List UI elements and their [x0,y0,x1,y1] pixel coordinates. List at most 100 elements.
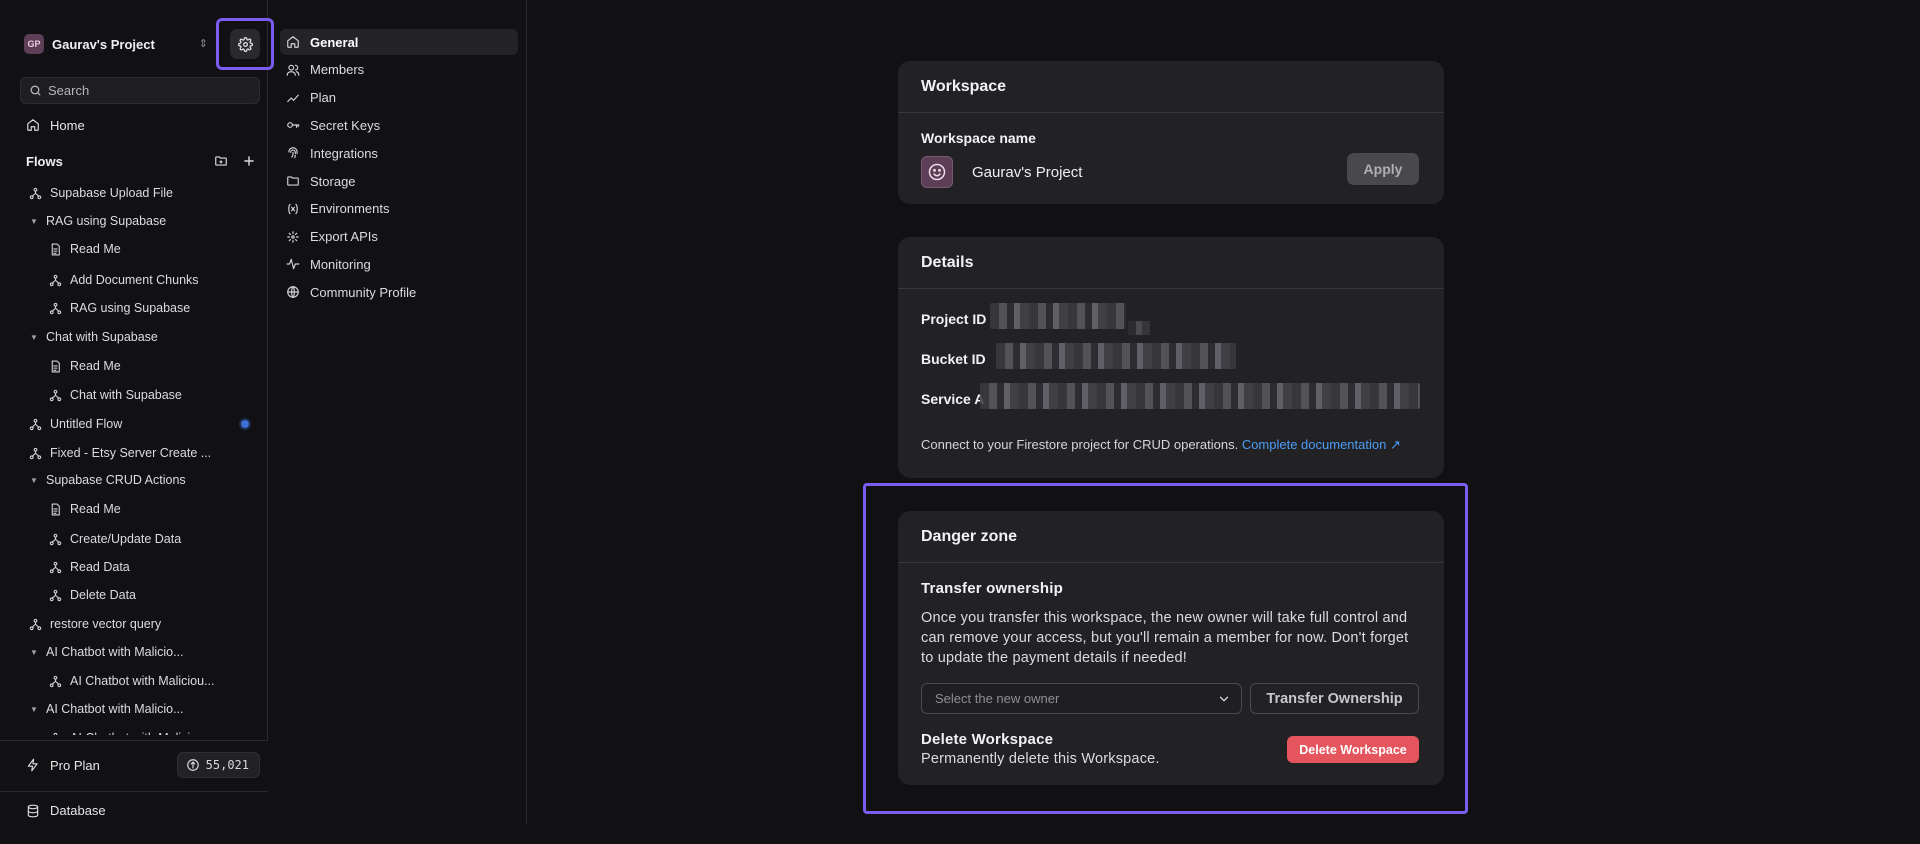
connect-description: Connect to your Firestore project for CR… [921,437,1239,452]
settings-nav-label: Integrations [310,145,378,161]
settings-nav-label: Environments [310,201,390,217]
tree-folder[interactable]: ▼ Supabase CRUD Actions [30,470,186,490]
document-icon [48,502,62,516]
tree-item-label: AI Chatbot with Maliciou... [70,731,215,735]
credits-value: 55,021 [205,758,249,772]
search-icon [30,85,41,96]
tree-item[interactable]: Supabase Upload File [28,183,173,203]
tree-item[interactable]: Read Me [48,239,121,259]
connect-text: Connect to your Firestore project for CR… [921,437,1401,453]
search-input[interactable]: Search [20,77,260,104]
sidebar: GP Gaurav's Project ⇕ Search Home Flows [0,0,274,844]
fingerprint-icon [286,146,300,160]
project-avatar: GP [24,34,44,54]
caret-down-icon[interactable]: ▼ [30,476,40,485]
settings-nav-label: Secret Keys [310,117,381,133]
flow-icon [48,560,62,574]
tree-item-label: Read Me [70,242,121,256]
workspace-avatar[interactable] [921,156,953,188]
tree-item[interactable]: AI Chatbot with Maliciou... [48,728,215,735]
tree-item[interactable]: Read Me [48,356,121,376]
credits-badge[interactable]: 55,021 [176,752,260,778]
delete-workspace-button[interactable]: Delete Workspace [1287,736,1419,763]
flow-icon [48,301,62,315]
workspace-name-value[interactable]: Gaurav's Project [972,164,1082,181]
tree-item-label: Delete Data [70,588,137,602]
tree-item-label: Add Document Chunks [70,273,199,287]
tree-item[interactable]: Delete Data [48,585,136,605]
flows-tree: Supabase Upload File ▼ RAG using Supabase R… [0,183,268,735]
database-icon [27,804,39,817]
project-switcher[interactable]: GP Gaurav's Project ⇕ [14,24,214,64]
document-icon [48,359,62,373]
tree-item[interactable]: AI Chatbot with Maliciou... [48,671,215,691]
tree-folder[interactable]: ▼ AI Chatbot with Malicio... [30,642,184,662]
settings-nav-storage[interactable]: Storage [280,168,518,194]
tree-item-label: AI Chatbot with Maliciou... [70,674,215,688]
documentation-link[interactable]: Complete documentation ↗ [1242,437,1401,452]
plus-icon [244,156,254,166]
flow-icon [28,417,42,431]
tree-item-label: Untitled Flow [50,417,123,431]
settings-nav-export-apis[interactable]: Export APIs [280,224,518,250]
flow-icon [48,731,62,735]
apply-button[interactable]: Apply [1347,153,1419,185]
caret-down-icon[interactable]: ▼ [30,705,40,714]
status-dot [241,420,249,428]
plan-row[interactable]: Pro Plan 55,021 [26,751,260,779]
sidebar-item-database[interactable]: Database [26,803,106,818]
new-owner-select[interactable]: Select the new owner [921,683,1242,714]
tree-folder[interactable]: ▼ RAG using Supabase [30,211,166,231]
add-flow-button[interactable] [242,154,256,168]
settings-nav-label: Plan [310,90,337,106]
tree-item[interactable]: Add Document Chunks [48,270,199,290]
settings-nav-members[interactable]: Members [280,57,518,83]
sidebar-item-label: Home [50,117,85,133]
tree-item-label: Fixed - Etsy Server Create ... [50,446,212,460]
tree-folder[interactable]: ▼ AI Chatbot with Malicio... [30,699,184,719]
tree-item-label: restore vector query [50,617,162,631]
settings-nav-community-profile[interactable]: Community Profile [280,279,518,305]
variable-icon [286,202,300,216]
globe-icon [286,285,300,299]
caret-down-icon[interactable]: ▼ [30,333,40,342]
activity-icon [286,257,300,271]
tree-item[interactable]: Read Data [48,557,130,577]
tree-item[interactable]: Chat with Supabase [48,385,182,405]
tree-item-label: Chat with Supabase [46,330,158,344]
settings-nav-label: Monitoring [310,256,371,272]
settings-nav-monitoring[interactable]: Monitoring [280,251,518,277]
tree-item[interactable]: RAG using Supabase [48,298,190,318]
gear-icon [237,36,253,52]
project-id-label: Project ID [921,311,987,327]
settings-button[interactable] [230,29,260,59]
chevron-up-down-icon: ⇕ [198,37,208,50]
tree-item[interactable]: restore vector query [28,614,161,634]
tree-item-label: Read Me [70,359,121,373]
settings-nav-secret-keys[interactable]: Secret Keys [280,112,518,138]
lightning-icon [27,758,38,772]
flow-icon [28,446,42,460]
workspace-card: Workspace Workspace name Gaurav's Projec… [898,61,1444,204]
tree-item[interactable]: Untitled Flow [28,414,122,434]
flows-title: Flows [26,153,63,169]
tree-item[interactable]: Read Me [48,499,121,519]
caret-down-icon[interactable]: ▼ [30,648,40,657]
settings-nav-integrations[interactable]: Integrations [280,140,518,166]
settings-nav-general[interactable]: General [280,29,518,55]
smiley-icon [928,163,946,181]
details-card: Details Project ID Bucket ID Service A C… [898,237,1444,478]
new-folder-button[interactable] [214,154,228,168]
sidebar-item-home[interactable]: Home [26,116,85,134]
transfer-ownership-button[interactable]: Transfer Ownership [1250,683,1419,714]
settings-nav-plan[interactable]: Plan [280,85,518,111]
settings-nav-environments[interactable]: Environments [280,196,518,222]
tree-folder[interactable]: ▼ Chat with Supabase [30,327,158,347]
danger-zone-title: Danger zone [898,511,1444,563]
details-card-title: Details [898,237,1444,289]
tree-item[interactable]: Fixed - Etsy Server Create ... [28,443,211,463]
service-account-redacted [980,383,1420,409]
caret-down-icon[interactable]: ▼ [30,217,40,226]
tree-item[interactable]: Create/Update Data [48,529,181,549]
danger-zone-card: Danger zone Transfer ownership Once you … [898,511,1444,785]
